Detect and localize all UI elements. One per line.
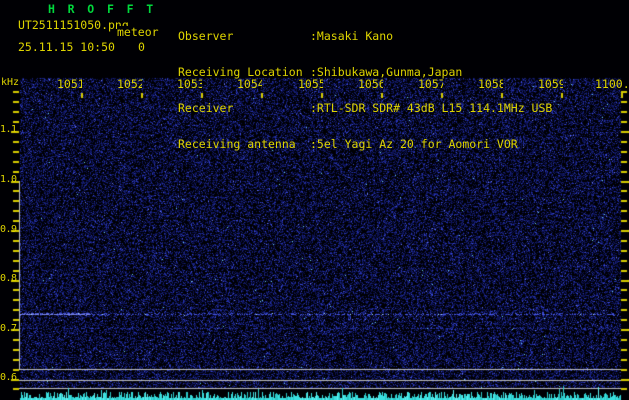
freq-axis-label-0_9: 0.9 (0, 223, 17, 235)
meteor-label: meteor (117, 25, 160, 39)
filename-label: UT2511151050.png (18, 18, 129, 32)
time-axis-label-1059: 1059 (538, 79, 563, 90)
time-axis-label-1054: 1054 (237, 79, 262, 90)
time-axis-label-1058: 1058 (478, 79, 503, 90)
freq-unit-label: kHz (1, 77, 20, 88)
freq-axis-label-1_1: 1.1 (0, 124, 17, 135)
freq-axis-label-1_0: 1.0 (0, 174, 17, 185)
meta-value-receiver: :RTL-SDR SDR# 43dB L15 114.1MHz USB (310, 101, 553, 115)
meta-label-receiving-antenna: Receiving antenna (178, 137, 296, 151)
meta-value-receiving-antenna: :5el Yagi Az 20 for Aomori VOR (310, 137, 518, 151)
meta-label-receiving-location: Receiving Location (178, 65, 303, 79)
hrofft-screen: H R O F F T UT2511151050.png meteor 25.1… (0, 0, 629, 400)
meta-values: :Masaki Kano :Shibukawa,Gunma,Japan :RTL… (310, 6, 552, 174)
time-axis-label-1055: 1055 (298, 79, 323, 90)
time-axis-label-1056: 1056 (358, 79, 383, 90)
time-axis-label-1053: 1053 (177, 79, 202, 90)
app-title: H R O F F T (48, 2, 157, 16)
meta-labels: Observer Receiving Location Receiver Rec… (178, 6, 303, 174)
freq-axis-label-0_6: 0.6 (0, 372, 17, 383)
echo-count: 0 (138, 40, 145, 54)
meta-label-receiver: Receiver (178, 101, 234, 115)
freq-axis-label-0_7: 0.7 (0, 322, 17, 334)
time-axis-label-1057: 1057 (418, 79, 443, 90)
time-axis-label-1100: 1100. (595, 79, 629, 90)
meta-label-observer: Observer (178, 29, 234, 43)
time-axis-label-1052: 1052 (117, 79, 142, 90)
datetime-label: 25.11.15 10:50 (18, 40, 115, 54)
meta-value-receiving-location: :Shibukawa,Gunma,Japan (310, 65, 463, 79)
meta-value-observer: :Masaki Kano (310, 29, 394, 43)
freq-axis-label-0_8: 0.8 (0, 273, 17, 284)
time-axis-label-1051: 1051 (57, 79, 82, 90)
